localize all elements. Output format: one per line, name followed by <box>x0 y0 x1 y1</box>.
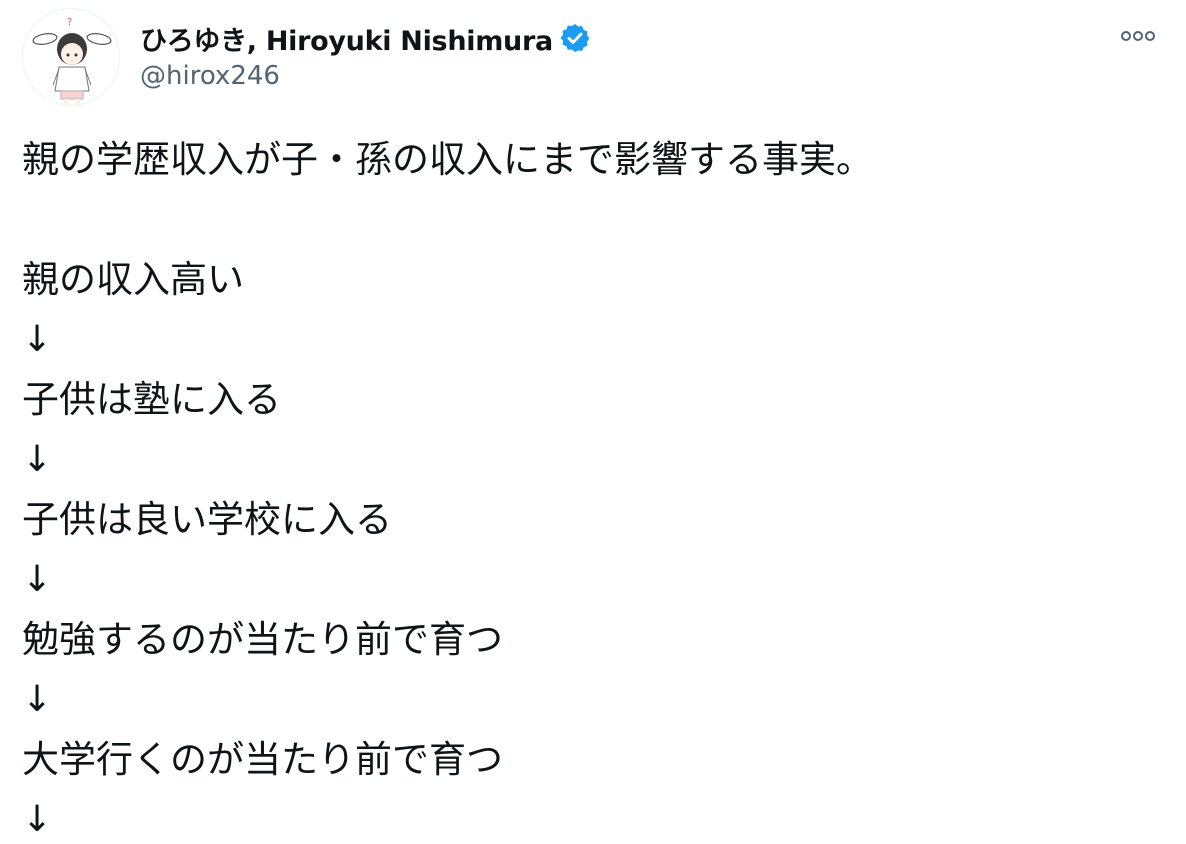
tweet-arrow-line: ↓ <box>22 319 53 360</box>
tweet-line: 親の収入高い <box>22 258 244 301</box>
tweet-arrow-line: ↓ <box>22 559 53 600</box>
display-name-text: ひろゆき, Hiroyuki Nishimura <box>140 25 553 57</box>
verified-badge-icon <box>559 22 591 54</box>
tweet-arrow-line: ↓ <box>22 679 53 720</box>
author-handle[interactable]: @hirox246 <box>140 58 280 94</box>
more-options-icon <box>1121 31 1155 41</box>
tweet-arrow-line: ↓ <box>22 799 53 840</box>
tweet-line: 大学行くのが当たり前で育つ <box>22 738 503 781</box>
svg-text:?: ? <box>67 17 72 28</box>
more-options-button[interactable] <box>1110 18 1166 54</box>
tweet-line: 子供は塾に入る <box>22 378 281 421</box>
tweet-text: 親の学歴収入が子・孫の収入にまで影響する事実。 親の収入高い ↓ 子供は塾に入る… <box>22 130 1162 844</box>
tweet-line: 親の学歴収入が子・孫の収入にまで影響する事実。 <box>22 138 873 181</box>
tweet-arrow-line: ↓ <box>22 439 53 480</box>
author-avatar[interactable]: ? <box>22 8 120 106</box>
author-display-name[interactable]: ひろゆき, Hiroyuki Nishimura <box>140 18 591 58</box>
tweet-line: 子供は良い学校に入る <box>22 498 392 541</box>
avatar-bunny-ears-character-icon: ? <box>32 17 112 105</box>
tweet-line: 勉強するのが当たり前で育つ <box>22 618 503 661</box>
